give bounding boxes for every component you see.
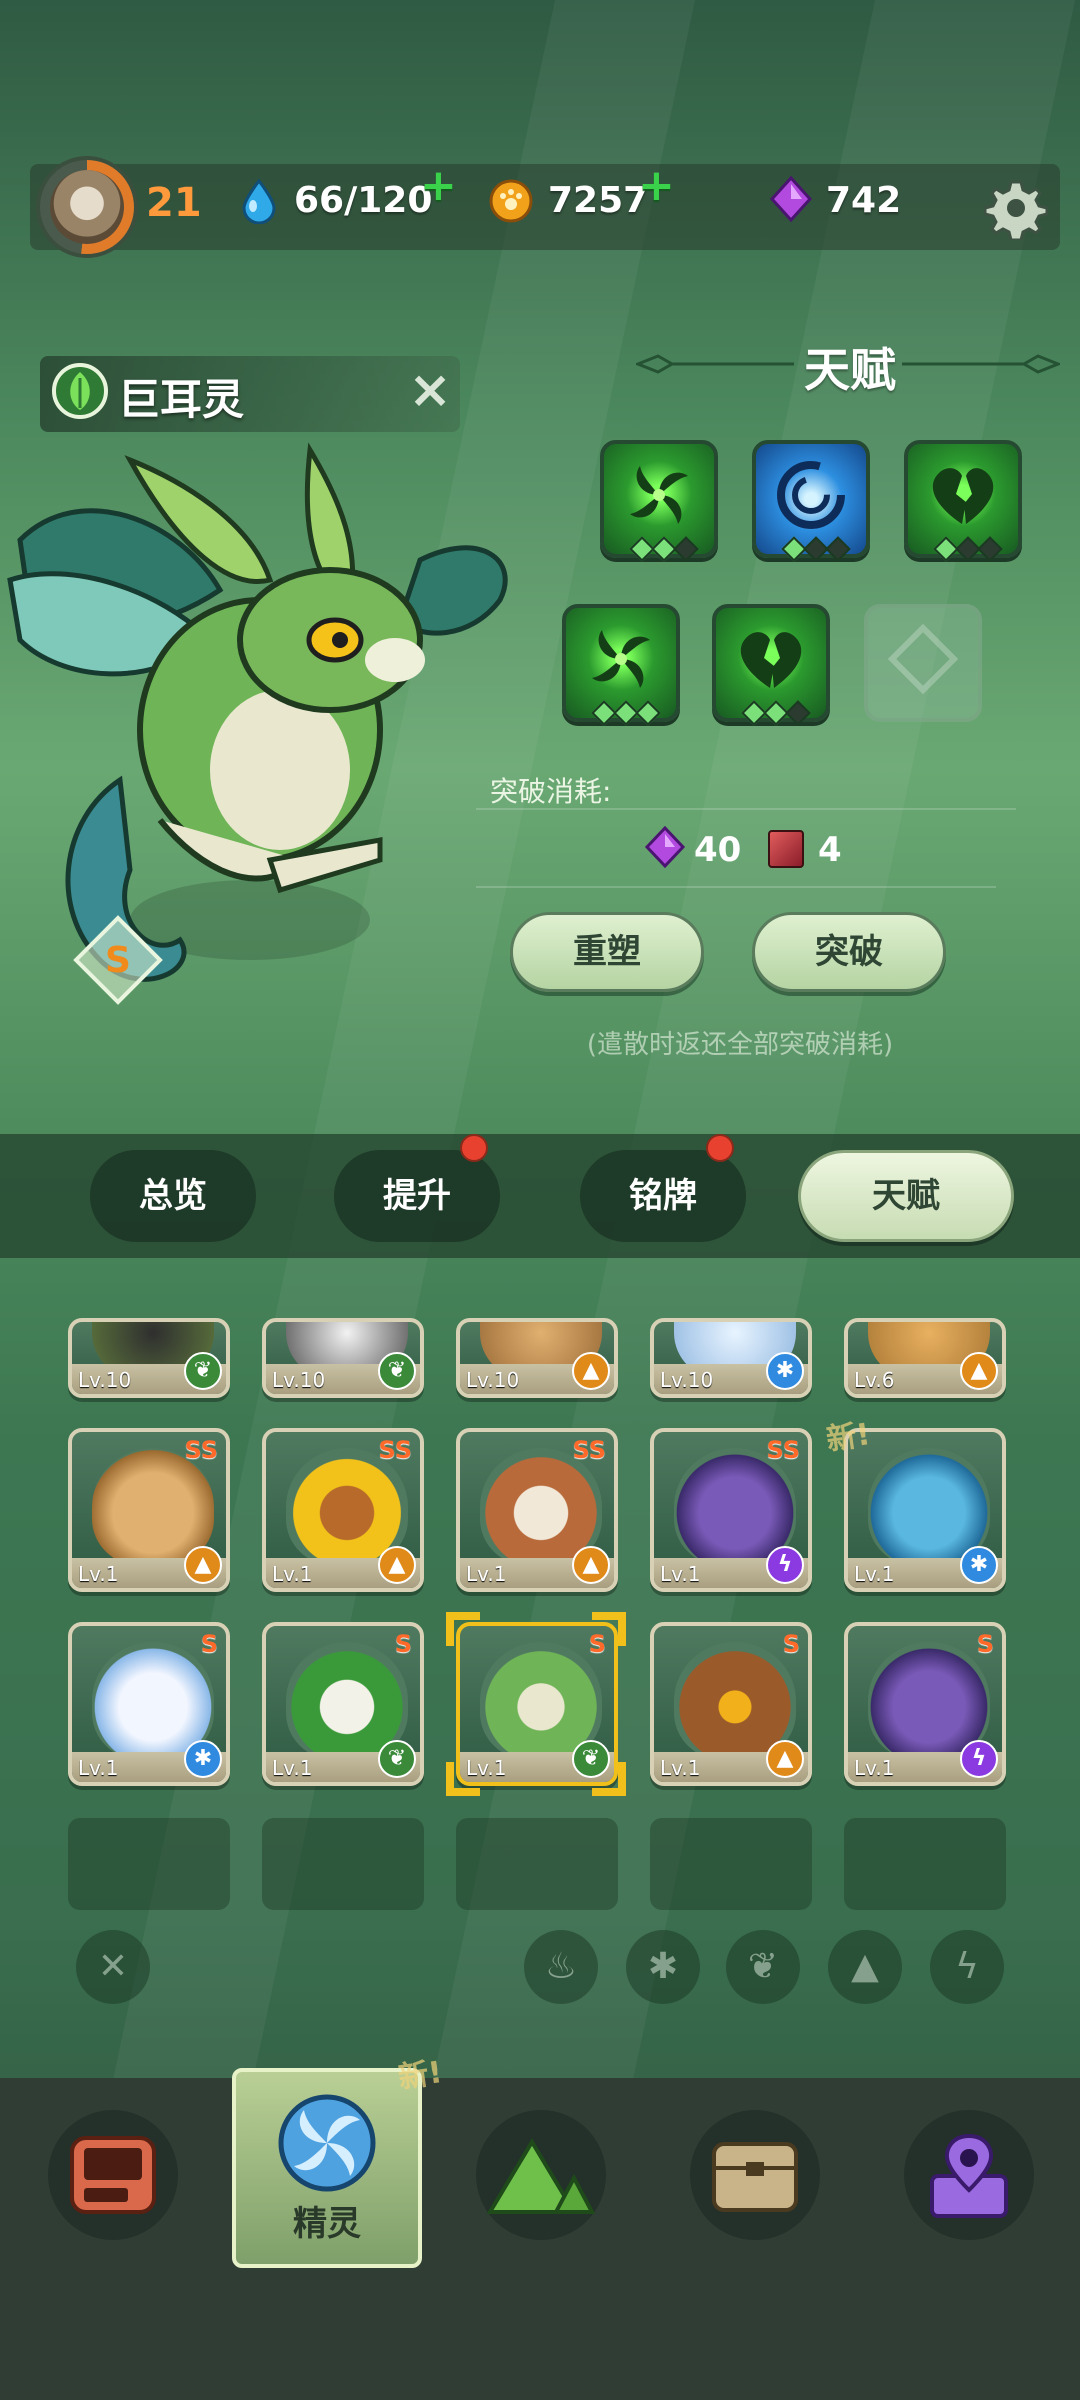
empty-pet-slot <box>262 1818 424 1910</box>
earth-element-icon: ▲ <box>572 1546 610 1584</box>
title-ornament-right <box>902 354 1060 374</box>
talent-slot-heart-2[interactable] <box>712 604 830 726</box>
pet-card[interactable]: Lv.10 ❦ <box>68 1318 230 1398</box>
earth-element-icon: ▲ <box>766 1740 804 1778</box>
nameplate-alert-dot <box>706 1134 734 1162</box>
clear-filter-icon[interactable]: ✕ <box>76 1930 150 2004</box>
cost-books-value: 4 <box>818 830 842 870</box>
pet-card[interactable]: SS Lv.1 ▲ <box>262 1428 424 1592</box>
grass-element-icon: ❦ <box>378 1740 416 1778</box>
empty-pet-slot <box>650 1818 812 1910</box>
reshape-button[interactable]: 重塑 <box>510 912 704 992</box>
earth-element-icon: ▲ <box>572 1352 610 1390</box>
earth-element-icon: ▲ <box>184 1546 222 1584</box>
grass-filter-icon[interactable]: ❦ <box>726 1930 800 2004</box>
lightning-filter-icon[interactable]: ϟ <box>930 1930 1004 2004</box>
handheld-console-icon <box>70 2136 156 2214</box>
nav-inventory[interactable] <box>690 2110 820 2240</box>
ice-element-icon: ✱ <box>960 1546 998 1584</box>
earth-element-icon: ▲ <box>960 1352 998 1390</box>
pet-name: 巨耳灵 <box>118 375 245 424</box>
settings-gear-icon[interactable] <box>984 176 1048 240</box>
water-value: 66/120 <box>294 180 433 221</box>
selection-corner <box>592 1612 626 1646</box>
breakthrough-button[interactable]: 突破 <box>752 912 946 992</box>
ice-element-icon: ✱ <box>184 1740 222 1778</box>
svg-text:S: S <box>105 940 131 981</box>
tab-upgrade[interactable]: 提升 <box>334 1150 500 1242</box>
gems-value: 742 <box>826 180 902 221</box>
selection-corner <box>446 1762 480 1796</box>
purple-gem-icon <box>769 176 813 222</box>
ice-element-icon: ✱ <box>766 1352 804 1390</box>
pet-card[interactable]: SS Lv.1 ϟ <box>650 1428 812 1592</box>
map-pin-icon <box>930 2133 1008 2218</box>
grass-element-icon: ❦ <box>378 1352 416 1390</box>
talent-slot-locked[interactable] <box>864 604 982 722</box>
cost-gems-value: 40 <box>694 830 742 870</box>
breakthrough-cost-label: 突破消耗: <box>490 775 612 808</box>
empty-pet-slot <box>844 1818 1006 1910</box>
talent-book-icon <box>768 830 804 868</box>
pet-card[interactable]: Lv.10 ▲ <box>456 1318 618 1398</box>
talent-slot-vortex[interactable] <box>752 440 870 562</box>
pet-card[interactable]: Lv.10 ✱ <box>650 1318 812 1398</box>
talent-slot-swirl[interactable] <box>600 440 718 562</box>
empty-pet-slot <box>68 1818 230 1910</box>
vortex-icon <box>777 461 845 529</box>
grass-element-icon <box>52 363 108 419</box>
talent-slot-swirl-2[interactable] <box>562 604 680 726</box>
pet-card[interactable]: SS Lv.1 ▲ <box>456 1428 618 1592</box>
broken-heart-icon <box>740 632 802 688</box>
selection-corner <box>446 1612 480 1646</box>
pet-card[interactable]: Lv.10 ❦ <box>262 1318 424 1398</box>
divider <box>476 808 1016 810</box>
talent-slot-heart[interactable] <box>904 440 1022 562</box>
pet-swirl-icon <box>278 2094 376 2192</box>
paw-coin-icon <box>489 179 533 223</box>
earth-filter-icon[interactable]: ▲ <box>828 1930 902 2004</box>
add-water-button[interactable]: + <box>420 160 457 211</box>
close-icon[interactable]: × <box>404 364 456 416</box>
earth-element-icon: ▲ <box>378 1546 416 1584</box>
pet-card[interactable]: SS Lv.1 ▲ <box>68 1428 230 1592</box>
rank-badge: S <box>73 915 163 1005</box>
pet-card[interactable]: S Lv.1 ▲ <box>650 1622 812 1786</box>
dismiss-refund-note: (遣散时返还全部突破消耗) <box>586 1030 894 1060</box>
empty-pet-slot <box>456 1818 618 1910</box>
swirl-icon <box>630 466 688 524</box>
coins-value: 7257 <box>548 180 649 221</box>
nav-explore[interactable] <box>476 2110 606 2240</box>
nav-pets-label: 精灵 <box>293 2204 361 2244</box>
pet-card[interactable]: S Lv.1 ϟ <box>844 1622 1006 1786</box>
swirl-icon <box>592 630 650 688</box>
nav-map[interactable] <box>904 2110 1034 2240</box>
tab-nameplate[interactable]: 铭牌 <box>580 1150 746 1242</box>
broken-heart-icon <box>932 468 994 524</box>
ice-filter-icon[interactable]: ✱ <box>626 1930 700 2004</box>
mountain-icon <box>486 2138 596 2214</box>
new-tag: 新! <box>824 1417 873 1458</box>
add-coins-button[interactable]: + <box>638 160 675 211</box>
pet-card[interactable]: S Lv.1 ✱ <box>68 1622 230 1786</box>
upgrade-alert-dot <box>460 1134 488 1162</box>
selection-corner <box>592 1762 626 1796</box>
lightning-element-icon: ϟ <box>766 1546 804 1584</box>
chest-icon <box>712 2142 798 2212</box>
player-level: 21 <box>146 180 202 226</box>
new-tag: 新! <box>396 2055 445 2096</box>
tab-talent[interactable]: 天赋 <box>798 1150 1014 1242</box>
fire-filter-icon[interactable]: ♨ <box>524 1930 598 2004</box>
lightning-element-icon: ϟ <box>960 1740 998 1778</box>
player-avatar[interactable] <box>36 156 138 258</box>
water-drop-icon <box>242 178 276 224</box>
purple-gem-icon <box>644 826 686 868</box>
pet-card[interactable]: S Lv.1 ❦ <box>262 1622 424 1786</box>
divider <box>476 886 996 888</box>
tab-overview[interactable]: 总览 <box>90 1150 256 1242</box>
grass-element-icon: ❦ <box>184 1352 222 1390</box>
pet-card[interactable]: Lv.6 ▲ <box>844 1318 1006 1398</box>
nav-device[interactable] <box>48 2110 178 2240</box>
locked-slot-icon <box>887 623 959 695</box>
